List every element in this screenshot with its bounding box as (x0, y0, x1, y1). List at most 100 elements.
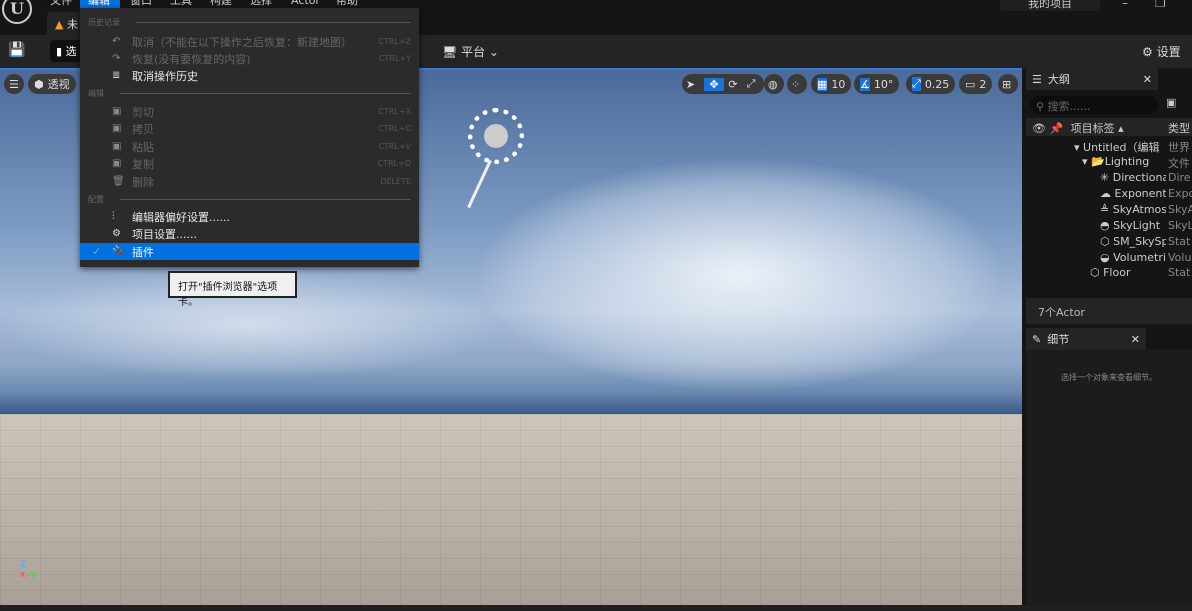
outliner-row[interactable]: ◒ Volumetri (1100, 251, 1166, 267)
mode-label: 选 (65, 45, 77, 58)
menu-item-cut[interactable]: ▣ 剪切 CTRL+X (80, 103, 419, 120)
view-mode-button[interactable]: ⬢ 透视 (28, 74, 76, 94)
outliner-tab[interactable]: ☰ 大纲 ✕ (1026, 68, 1158, 90)
tooltip: 打开"插件浏览器"选项卡。 (168, 271, 297, 308)
item-label: 恢复(没有要恢复的内容) (132, 52, 251, 66)
sun-icon (484, 124, 508, 148)
section-edit: 编辑 (88, 89, 104, 98)
cut-icon: ▣ (112, 106, 122, 117)
menu-item-copy[interactable]: ▣ 拷贝 CTRL+C (80, 120, 419, 137)
row-name: Floor (1103, 266, 1131, 279)
outliner-row[interactable]: ⬡ Floor (1090, 266, 1130, 282)
item-label: 项目设置...... (132, 227, 197, 241)
menu-item-project-settings[interactable]: ⚙ 项目设置...... (80, 225, 419, 242)
menu-item-paste[interactable]: ▣ 粘贴 CTRL+V (80, 138, 419, 155)
outliner-row[interactable]: ◓ SkyLight (1100, 219, 1166, 235)
scale-snap-value: 0.25 (924, 77, 950, 91)
outliner-row[interactable]: ✳ Directional (1100, 171, 1166, 187)
outliner-row[interactable]: ▾ 📂Lighting (1082, 155, 1149, 171)
item-shortcut: CTRL+D (377, 159, 411, 168)
item-shortcut: CTRL+Z (378, 37, 411, 46)
save-icon[interactable]: 💾 (8, 42, 25, 58)
undo-icon: ↶ (112, 36, 121, 47)
menu-item-plugins[interactable]: ✓ 🔌 插件 (80, 243, 419, 260)
camera-speed-button[interactable]: ▭ 2 (959, 74, 993, 94)
grid-icon: ▦ (817, 77, 828, 91)
my-project-button[interactable]: 我的项目 (1000, 0, 1100, 11)
gear-icon: ⚙ (1142, 45, 1153, 59)
grid-snap-value: 10 (831, 77, 846, 91)
menu-item-duplicate[interactable]: ▣ 复制 CTRL+D (80, 155, 419, 172)
details-tab[interactable]: ✎ 细节 ✕ (1026, 328, 1146, 350)
menu-item-delete[interactable]: 🗑 删除 DELETE (80, 173, 419, 190)
move-tool-icon[interactable]: ✥ (704, 77, 724, 91)
row-name: SkyLight (1113, 219, 1161, 232)
outliner-panel: ☰ 大纲 ✕ ⚲ 搜索...... ▣ 👁 📌 项目标签 ▴ 类型 ▾ Untitl… (1022, 68, 1192, 605)
level-icon: ▲ (55, 18, 64, 31)
menu-file[interactable]: 文件 (42, 0, 80, 8)
outliner-title: 大纲 (1047, 73, 1070, 86)
outliner-header: 👁 📌 项目标签 ▴ 类型 (1026, 118, 1192, 136)
select-tool-icon[interactable]: ➤ (686, 78, 704, 91)
row-type: Stat (1168, 266, 1191, 279)
menu-item-redo[interactable]: ↷ 恢复(没有要恢复的内容) CTRL+Y (80, 50, 419, 67)
row-type: Stat (1168, 235, 1191, 248)
world-local-icon[interactable]: ◍ (764, 74, 784, 94)
outliner-row[interactable]: ▾ Untitled（编辑 (1074, 139, 1160, 155)
column-type[interactable]: 类型 (1168, 120, 1190, 136)
rotation-snap-button[interactable]: ∡ 10° (854, 74, 900, 94)
platform-icon: 🖥 (442, 45, 458, 59)
menu-tools[interactable]: 工具 (162, 0, 200, 8)
surface-snap-icon[interactable]: ⁘ (787, 74, 807, 94)
close-icon[interactable]: ✕ (1143, 73, 1152, 86)
row-name: Directional (1112, 171, 1166, 184)
minimize-icon[interactable]: – (1122, 0, 1128, 10)
cloud (480, 160, 1000, 390)
outliner-row[interactable]: ≜ SkyAtmos (1100, 203, 1166, 219)
menu-actor[interactable]: Actor (283, 0, 328, 8)
folder-icon: 📂 (1091, 155, 1105, 168)
close-icon[interactable]: ✕ (1131, 333, 1140, 346)
rotate-tool-icon[interactable]: ⟳ (724, 78, 742, 91)
menu-item-undo[interactable]: ↶ 取消（不能在以下操作之后恢复：新建地图） CTRL+Z (80, 33, 419, 50)
floor-grid (0, 414, 1022, 605)
settings-label: 设置 (1156, 45, 1181, 59)
menu-edit[interactable]: 编辑 (80, 0, 120, 8)
item-shortcut: CTRL+Y (378, 54, 411, 63)
platform-label: 平台 (461, 45, 486, 59)
viewport-options-button[interactable]: ☰ (4, 74, 24, 94)
menu-select[interactable]: 选择 (242, 0, 280, 8)
outliner-row[interactable]: ⬡ SM_SkySp (1100, 235, 1166, 251)
column-label[interactable]: 项目标签 ▴ (1071, 122, 1124, 135)
section-history: 历史记录 (88, 18, 120, 27)
menu-build[interactable]: 构建 (202, 0, 240, 8)
status-bar (0, 605, 1192, 611)
outliner-row[interactable]: ☁ Exponenti (1100, 187, 1166, 203)
row-type: 文件 (1168, 157, 1190, 170)
platform-button[interactable]: 🖥 平台 ⌄ (442, 43, 499, 60)
menu-window[interactable]: 窗口 (122, 0, 160, 8)
row-name: SM_SkySp (1113, 235, 1166, 248)
menu-item-editor-preferences[interactable]: ⫶ 编辑器偏好设置...... (80, 208, 419, 225)
scale-snap-button[interactable]: ⤢ 0.25 (906, 74, 956, 94)
redo-icon: ↷ (112, 53, 121, 64)
grid-snap-button[interactable]: ▦ 10 (811, 74, 852, 94)
search-input[interactable]: ⚲ 搜索...... (1030, 96, 1158, 114)
row-type: SkyL (1168, 219, 1192, 232)
eye-icon[interactable]: 👁 (1032, 122, 1046, 135)
layout-icon[interactable]: ⊞ (998, 74, 1018, 94)
pin-icon[interactable]: 📌 (1049, 122, 1063, 135)
camera-speed-value: 2 (979, 77, 987, 91)
menu-help[interactable]: 帮助 (328, 0, 366, 8)
edit-menu: 历史记录 ↶ 取消（不能在以下操作之后恢复：新建地图） CTRL+Z ↷ 恢复(没有要… (80, 8, 419, 267)
axis-gizmo: Zx‒y (20, 560, 37, 580)
maximize-icon[interactable]: ❐ (1155, 0, 1166, 10)
menu-item-undo-history[interactable]: ≣ 取消操作历史 (80, 67, 419, 84)
item-label: 取消操作历史 (132, 69, 198, 83)
scale-tool-icon[interactable]: ⤢ (742, 77, 760, 91)
settings-button[interactable]: ⚙ 设置 (1142, 43, 1181, 60)
light-direction-arrow (467, 159, 492, 209)
row-type: 世界 (1168, 141, 1190, 154)
add-folder-icon[interactable]: ▣ (1166, 96, 1176, 109)
copy-icon: ▣ (112, 123, 122, 134)
